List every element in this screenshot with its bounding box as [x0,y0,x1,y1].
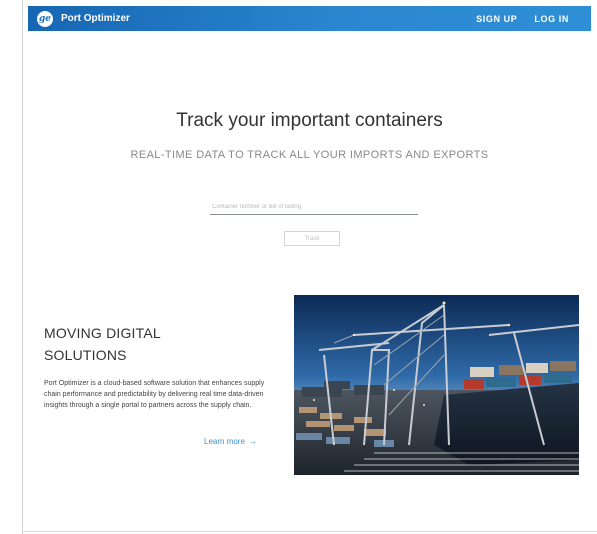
arrow-right-icon: → [248,437,257,446]
learn-more-label: Learn more [204,437,245,446]
sign-up-link[interactable]: SIGN UP [476,14,517,24]
ge-logo-icon: ge [37,10,53,27]
track-button[interactable]: Track [284,231,340,246]
header-nav: SIGN UP LOG IN [459,14,569,24]
logo-glyph: ge [38,13,52,24]
log-in-link[interactable]: LOG IN [534,14,569,24]
top-navigation-bar: ge Port Optimizer SIGN UP LOG IN [28,6,591,31]
brand[interactable]: ge Port Optimizer [37,10,130,27]
container-search-input[interactable] [210,200,418,215]
hero-title: Track your important containers [176,110,443,131]
port-cranes-illustration [294,295,579,475]
page-bottom-border [22,531,597,532]
port-cranes-image [294,295,579,475]
promo-heading-line-1: MOVING DIGITAL [44,325,161,341]
promo-heading-line-2: SOLUTIONS [44,347,127,363]
promo-description: Port Optimizer is a cloud-based software… [44,380,265,409]
promo-heading: MOVING DIGITAL SOLUTIONS [44,322,264,366]
learn-more-link[interactable]: Learn more → [204,437,257,446]
app-name: Port Optimizer [61,13,130,24]
page-left-border [22,0,23,534]
hero-subtitle: REAL-TIME DATA TO TRACK ALL YOUR IMPORTS… [130,149,489,161]
